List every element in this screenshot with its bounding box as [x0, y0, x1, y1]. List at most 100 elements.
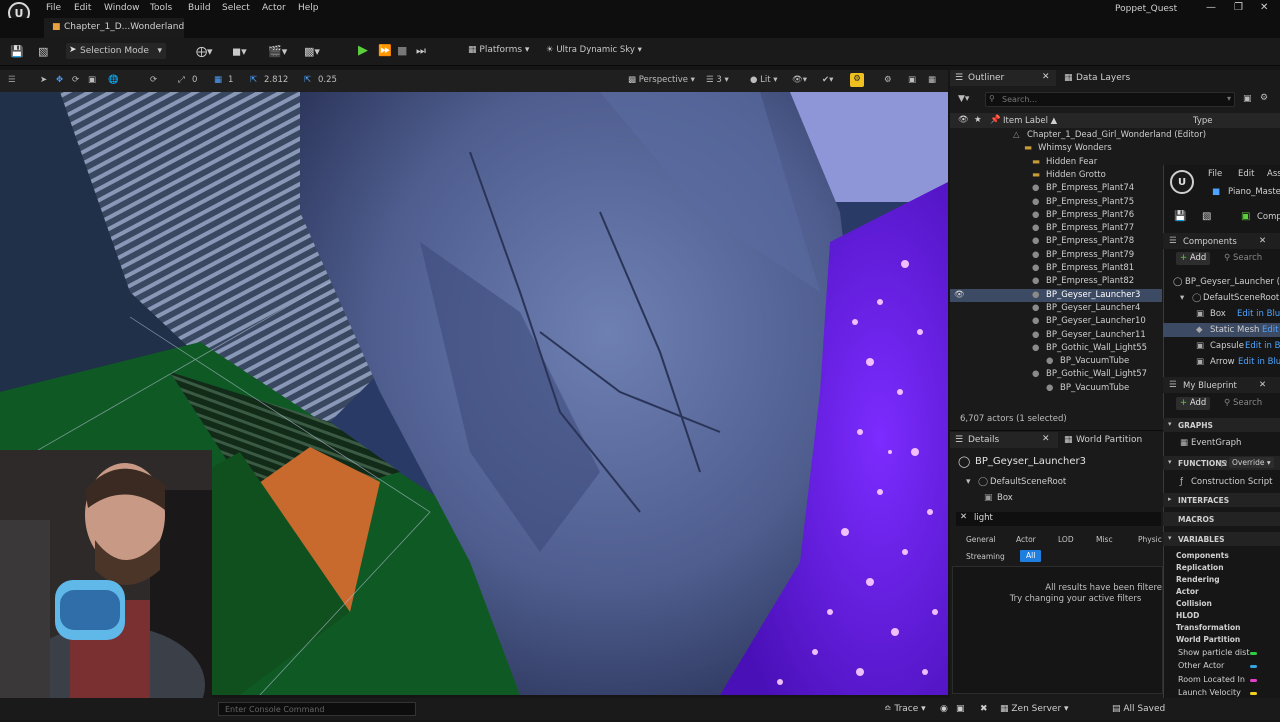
filter-all[interactable]: All — [1020, 550, 1042, 562]
visibility-eye-icon[interactable]: 👁 — [954, 290, 965, 300]
actor-name[interactable]: BP_Geyser_Launcher3 — [975, 456, 1086, 467]
launch-icon[interactable]: ⏭ — [416, 44, 426, 58]
expand-arrow-icon[interactable]: ▾ — [1180, 293, 1184, 303]
tab-details[interactable]: ☰ Details ✕ — [950, 432, 1058, 448]
filter-general[interactable]: General — [962, 534, 1000, 546]
edit-in-blueprint-link[interactable]: Edit — [1262, 325, 1278, 335]
components-tab[interactable]: ☰ Components ✕ — [1163, 233, 1280, 249]
variable-category[interactable]: Transformation — [1176, 623, 1241, 632]
move-tool-icon[interactable]: ✥ — [56, 75, 63, 85]
maximize-viewport-icon[interactable]: ▦ — [928, 75, 936, 85]
compile-label[interactable]: Comp — [1257, 212, 1280, 222]
menu-build[interactable]: Build — [188, 3, 211, 13]
edit-in-blueprint-link[interactable]: Edit in Blue — [1238, 357, 1280, 367]
close-tab-icon[interactable]: ✕ — [1042, 72, 1050, 82]
select-tool-icon[interactable]: ➤ — [40, 75, 47, 85]
components-search-input[interactable]: ⚲ Search — [1224, 253, 1262, 263]
filter-actor[interactable]: Actor — [1012, 534, 1040, 546]
variable-item[interactable]: Room Located In — [1178, 675, 1245, 684]
play-icon[interactable]: ▶ — [358, 43, 368, 58]
details-search-input[interactable]: ✕ light — [956, 512, 1161, 526]
variable-category[interactable]: Replication — [1176, 563, 1224, 572]
my-blueprint-search-input[interactable]: ⚲ Search — [1224, 398, 1262, 408]
world-space-icon[interactable]: 🌐 — [108, 75, 119, 85]
compile-icon[interactable]: ▣ — [1241, 211, 1250, 222]
variable-item[interactable]: Other Actor — [1178, 661, 1224, 670]
outliner-search-input[interactable]: ⚲ Search... ▾ — [985, 92, 1235, 107]
pin-col-icon[interactable]: 📌 — [990, 115, 1001, 125]
variable-category[interactable]: HLOD — [1176, 611, 1199, 620]
trace-button[interactable]: ≏ Trace ▾ — [884, 704, 926, 714]
menu-tools[interactable]: Tools — [150, 3, 172, 13]
my-blueprint-add-button[interactable]: + Add — [1176, 397, 1211, 410]
game-view-icon[interactable]: ⚙ — [850, 73, 864, 87]
clear-search-icon[interactable]: ✕ — [960, 512, 967, 522]
favorite-col-icon[interactable]: ★ — [974, 115, 982, 125]
all-saved-status[interactable]: ▤ All Saved — [1112, 704, 1165, 714]
camera-speed-value[interactable]: 2.812 — [264, 75, 288, 85]
tab-data-layers[interactable]: ▦ Data Layers — [1062, 70, 1172, 86]
menu-window[interactable]: Window — [104, 3, 140, 13]
add-actor-icon[interactable]: ⨁▾ — [196, 45, 213, 58]
type-header[interactable]: Type — [1193, 116, 1213, 126]
maximize-icon[interactable]: ❐ — [1234, 2, 1243, 13]
close-tab-icon[interactable]: ✕ — [1259, 236, 1266, 246]
zen-server-button[interactable]: ▦ Zen Server ▾ — [1000, 704, 1069, 714]
bp-asset-tab[interactable]: Piano_Maste — [1228, 187, 1280, 197]
folder-add-icon[interactable]: ▣ — [1243, 94, 1252, 104]
selection-mode-dropdown[interactable]: ➤ Selection Mode ▾ — [66, 43, 166, 59]
component-root[interactable]: DefaultSceneRoot — [990, 477, 1066, 487]
menu-file[interactable]: File — [46, 3, 61, 13]
close-window-icon[interactable]: ✕ — [1260, 2, 1268, 13]
override-dropdown[interactable]: Override ▾ — [1229, 457, 1274, 468]
bp-menu-file[interactable]: File — [1208, 169, 1222, 179]
modes-icon[interactable]: ▩▾ — [304, 45, 320, 58]
variable-item[interactable]: Launch Velocity — [1178, 688, 1241, 697]
variables-category[interactable]: ▾ VARIABLES — [1163, 532, 1280, 546]
show-icon[interactable]: 👁▾ — [792, 75, 807, 85]
scale-snap-icon[interactable]: ⇱ — [304, 75, 311, 85]
interfaces-category[interactable]: ▸ INTERFACES — [1163, 493, 1280, 507]
close-tab-icon[interactable]: ✕ — [1042, 434, 1050, 444]
screenshot-icon[interactable]: ▣ — [956, 704, 965, 714]
menu-select[interactable]: Select — [222, 3, 250, 13]
component-box[interactable]: Box — [997, 493, 1013, 503]
macros-category[interactable]: MACROS — [1163, 512, 1280, 526]
menu-edit[interactable]: Edit — [74, 3, 91, 13]
bp-root-item[interactable]: BP_Geyser_Launcher (S — [1185, 277, 1280, 287]
rotation-snap-value[interactable]: 0 — [192, 75, 197, 85]
grid-snap-icon[interactable]: ▦ — [214, 75, 222, 85]
scale-tool-icon[interactable]: ▣ — [88, 75, 96, 85]
rotate-tool-icon[interactable]: ⟳ — [72, 75, 79, 85]
tile-icon[interactable]: ▣ — [908, 75, 916, 85]
filter-physics[interactable]: Physic — [1134, 534, 1166, 546]
variable-item[interactable]: Show particle dist — [1178, 648, 1249, 657]
rotation-snap-icon[interactable]: ⟳ — [150, 75, 157, 85]
realtime-icon[interactable]: ✔▾ — [822, 75, 833, 85]
view-count-dropdown[interactable]: ☰ 3 ▾ — [706, 75, 729, 85]
grid-snap-value[interactable]: 1 — [228, 75, 233, 85]
menu-help[interactable]: Help — [298, 3, 319, 13]
tab-world-partition[interactable]: ▦ World Partition — [1062, 432, 1162, 448]
bp-scene-root[interactable]: DefaultSceneRoot — [1203, 293, 1279, 303]
viewport-menu-icon[interactable]: ☰ — [8, 75, 16, 85]
sky-button[interactable]: ☀ Ultra Dynamic Sky ▾ — [546, 45, 642, 55]
scale-snap-value[interactable]: 0.25 — [318, 75, 337, 85]
outliner-row[interactable] — [950, 355, 1162, 368]
console-command-input[interactable]: Enter Console Command — [218, 702, 416, 716]
graphs-category[interactable]: ▾ GRAPHS — [1163, 418, 1280, 432]
visibility-col-icon[interactable]: 👁 — [958, 115, 969, 125]
bp-menu-asset[interactable]: Ass — [1267, 169, 1280, 179]
scale-snap-toggle-icon[interactable]: ⤢ — [178, 75, 185, 85]
close-tab-icon[interactable]: ✕ — [1259, 380, 1266, 390]
unreal-logo-icon[interactable]: U — [1170, 170, 1194, 194]
components-add-button[interactable]: + Add — [1176, 252, 1211, 265]
variable-category[interactable]: World Partition — [1176, 635, 1240, 644]
functions-category[interactable]: ▾ FUNCTIONS (2 Override ▾ — [1163, 456, 1280, 470]
filter-lod[interactable]: LOD — [1054, 534, 1078, 546]
filter-misc[interactable]: Misc — [1092, 534, 1117, 546]
stop-trace-icon[interactable]: ✖ — [980, 704, 988, 714]
edit-in-blueprint-link[interactable]: Edit in Bluep — [1237, 309, 1280, 319]
event-graph-item[interactable]: EventGraph — [1191, 438, 1241, 448]
variable-category[interactable]: Collision — [1176, 599, 1212, 608]
